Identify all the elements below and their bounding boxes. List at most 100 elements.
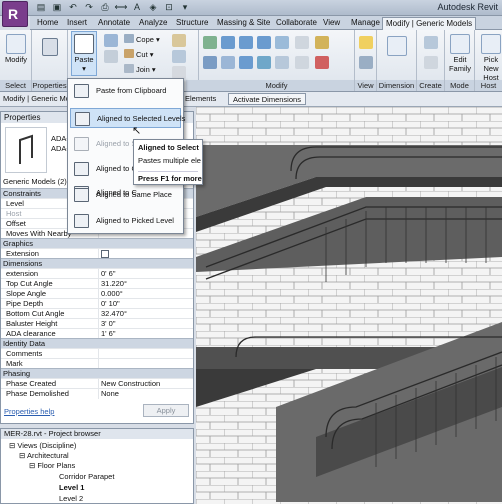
create-similar-icon[interactable]: [424, 56, 438, 69]
array-icon[interactable]: [275, 56, 289, 69]
tab-analyze[interactable]: Analyze: [136, 17, 170, 30]
tab-massing-site[interactable]: Massing & Site: [214, 17, 273, 30]
join-button[interactable]: Join ▾: [124, 64, 156, 76]
prop-row[interactable]: Pipe Depth 0' 10": [1, 298, 193, 309]
panel-mode: Edit Family Mode: [445, 30, 475, 91]
split-face-icon[interactable]: [172, 50, 186, 63]
prop-row[interactable]: Mark: [1, 358, 193, 369]
undo-icon[interactable]: ↶: [66, 2, 80, 14]
join-icon: [124, 64, 134, 73]
tree-item-corridor-parapet[interactable]: Corridor Parapet: [59, 472, 114, 481]
copy-icon[interactable]: [104, 34, 118, 47]
menu-item-aligned-to-picked-level[interactable]: Aligned to Picked Level: [70, 211, 181, 231]
section-dimensions[interactable]: Dimensions: [1, 258, 193, 268]
split-icon[interactable]: [275, 36, 289, 49]
tab-insert[interactable]: Insert: [64, 17, 90, 30]
tooltip: Aligned to Select Pastes multiple ele Pr…: [133, 139, 203, 185]
paste-label: Paste: [74, 55, 94, 64]
mirror-axis-icon[interactable]: [239, 36, 253, 49]
menu-item-label: Aligned to Same Place: [96, 190, 172, 199]
tab-modify-generic-models[interactable]: Modify | Generic Models: [382, 17, 477, 30]
paste-button[interactable]: Paste ▾: [71, 31, 97, 76]
wall-joins-icon[interactable]: [172, 34, 186, 47]
section-graphics[interactable]: Graphics: [1, 238, 193, 248]
tab-home[interactable]: Home: [34, 17, 61, 30]
lightbulb-icon[interactable]: [359, 36, 373, 49]
match-type-icon[interactable]: [104, 50, 118, 63]
panel-label-select[interactable]: Select: [0, 80, 31, 91]
cope-button[interactable]: Cope ▾: [124, 34, 160, 46]
unpin-icon[interactable]: [315, 36, 329, 49]
project-browser-title: MER-28.rvt - Project browser: [1, 429, 193, 439]
properties-help-link[interactable]: Properties help: [4, 407, 54, 416]
copy-element-icon[interactable]: [221, 56, 235, 69]
edit-family-button[interactable]: Edit Family: [447, 32, 473, 73]
prop-row[interactable]: extension 0' 6": [1, 268, 193, 279]
app-logo-letter: R: [8, 6, 19, 22]
menu-item-aligned-to-selected-levels[interactable]: Aligned to Selected Levels: [70, 108, 185, 128]
prop-row[interactable]: Phase Demolished None: [1, 388, 193, 399]
modify-button[interactable]: Modify: [2, 32, 30, 64]
aligned-levels-icon: [75, 112, 90, 126]
cut-button[interactable]: Cut ▾: [124, 49, 154, 61]
prop-row[interactable]: Extension: [1, 248, 193, 259]
tree-item-level-2[interactable]: Level 2: [59, 494, 83, 503]
panel-label-host: Host: [475, 80, 502, 91]
menu-item-paste-from-clipboard[interactable]: Paste from Clipboard: [70, 81, 181, 101]
offset-icon[interactable]: [221, 36, 235, 49]
menu-item-aligned-to-same-place[interactable]: Aligned to Same Place: [70, 185, 181, 205]
pin-icon[interactable]: [295, 56, 309, 69]
tab-collaborate[interactable]: Collaborate: [273, 17, 320, 30]
tab-view[interactable]: View: [320, 17, 343, 30]
qat-dropdown-icon[interactable]: ▾: [178, 2, 192, 14]
app-title: Autodesk Revit: [437, 2, 498, 12]
section-phasing[interactable]: Phasing: [1, 368, 193, 378]
cope-icon: [124, 34, 134, 43]
move-icon[interactable]: [203, 56, 217, 69]
app-menu-button[interactable]: R: [2, 1, 28, 27]
panel-properties: Properties: [32, 30, 68, 91]
prop-row[interactable]: Phase Created New Construction: [1, 378, 193, 389]
save-icon[interactable]: ▣: [50, 2, 64, 14]
prop-row[interactable]: Comments: [1, 348, 193, 359]
hide-icon[interactable]: [359, 56, 373, 69]
tab-annotate[interactable]: Annotate: [95, 17, 133, 30]
properties-icon[interactable]: [42, 38, 58, 56]
tree-item-architectural[interactable]: ⊟ Architectural: [19, 451, 69, 460]
prop-row[interactable]: Bottom Cut Angle 32.470°: [1, 308, 193, 319]
prop-row[interactable]: Slope Angle 0.000°: [1, 288, 193, 299]
prop-row[interactable]: Top Cut Angle 31.220°: [1, 278, 193, 289]
tab-manage[interactable]: Manage: [348, 17, 383, 30]
align-icon[interactable]: [203, 36, 217, 49]
section-icon[interactable]: ⊡: [162, 2, 176, 14]
activate-dimensions-button[interactable]: Activate Dimensions: [228, 93, 306, 105]
tree-item-floor-plans[interactable]: ⊟ Floor Plans: [29, 461, 75, 470]
text-icon[interactable]: A: [130, 2, 144, 14]
delete-icon[interactable]: [315, 56, 329, 69]
trim-icon[interactable]: [257, 56, 271, 69]
tab-structure[interactable]: Structure: [173, 17, 211, 30]
prop-row[interactable]: ADA clearance 1' 6": [1, 328, 193, 339]
tooltip-title: Aligned to Select: [138, 143, 199, 152]
paste-clipboard-icon: [74, 84, 89, 98]
print-icon[interactable]: ⎙: [98, 2, 112, 14]
tree-item-level-1[interactable]: Level 1: [59, 483, 84, 492]
open-icon[interactable]: ▤: [34, 2, 48, 14]
tree-item-views[interactable]: ⊟ Views (Discipline): [9, 441, 76, 450]
3d-view-icon[interactable]: ◈: [146, 2, 160, 14]
tooltip-help: Press F1 for more: [138, 171, 202, 183]
section-identity-data[interactable]: Identity Data: [1, 338, 193, 348]
redo-icon[interactable]: ↷: [82, 2, 96, 14]
panel-label-mode: Mode: [445, 80, 474, 91]
panel-label-view: View: [355, 80, 376, 91]
apply-button[interactable]: Apply: [143, 404, 189, 417]
prop-row[interactable]: Baluster Height 3' 0": [1, 318, 193, 329]
mirror-draw-icon[interactable]: [257, 36, 271, 49]
pick-new-host-button[interactable]: Pick New Host: [476, 32, 502, 82]
scale-icon[interactable]: [295, 36, 309, 49]
rotate-icon[interactable]: [239, 56, 253, 69]
3d-view-canvas[interactable]: [196, 107, 502, 504]
create-group-icon[interactable]: [424, 36, 438, 49]
dimension-button[interactable]: [381, 34, 413, 57]
measure-icon[interactable]: ⟷: [114, 2, 128, 14]
